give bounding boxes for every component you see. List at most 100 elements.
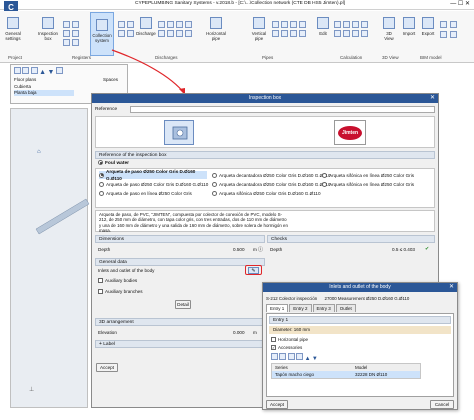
elevation-row: Elevation 0.000 m: [95, 327, 265, 339]
arrangement-header: 3D arrangement: [95, 318, 265, 326]
jimten-logo: Jimten: [338, 126, 362, 140]
checks-header: Checks: [267, 235, 435, 243]
general-data-body: Inlets and outlet of the body ✎ Auxiliar…: [95, 265, 265, 317]
option-8-label: Arqueta sifónica Ø250 Color Gris D.Ø160 …: [219, 190, 321, 196]
delete-icon[interactable]: [296, 353, 304, 360]
option-4-radio: [99, 181, 104, 187]
cancel-button[interactable]: Cancel: [430, 400, 454, 409]
row-model: 32228 DN Ø110: [355, 372, 388, 377]
edit-pencil-icon[interactable]: ✎: [248, 267, 259, 274]
entry-title: Entry 1: [269, 316, 451, 324]
close-icon[interactable]: ✕: [430, 94, 435, 103]
elevation-label: Elevation: [98, 330, 117, 335]
option-1[interactable]: Arqueta de paso Ø250 Color Gris D.Ø160 G…: [99, 169, 207, 181]
expand-plus-icon[interactable]: +: [99, 341, 102, 347]
label-section-title: Label: [103, 342, 116, 347]
option-8[interactable]: Arqueta sifónica Ø250 Color Gris D.Ø160 …: [212, 189, 321, 197]
generic-box-icon[interactable]: [164, 120, 194, 145]
accessories-row[interactable]: ✓ Accessories: [271, 345, 303, 351]
inlets-titlebar: Inlets and outlet of the body ✕: [263, 283, 457, 292]
dialog-titlebar: Inspection box ✕: [92, 94, 438, 103]
auxiliary-branches-checkbox[interactable]: [98, 289, 103, 295]
option-2-radio: [212, 172, 217, 178]
close-icon[interactable]: ✕: [449, 283, 454, 292]
entry-panel: Entry 1 Diameter: 160 mm Horizontal pipe…: [266, 313, 454, 397]
check-depth-label: Depth: [270, 247, 283, 252]
auxiliary-bodies-checkbox[interactable]: [98, 278, 103, 284]
option-6-radio: [322, 181, 327, 187]
option-5-label: Arqueta decantadora Ø250 Color Gris D.Ø1…: [219, 181, 331, 187]
accessories-label: Accessories: [278, 345, 303, 350]
auxiliary-branches-row[interactable]: Auxiliary branches: [98, 289, 143, 295]
option-8-radio: [212, 190, 217, 196]
auxiliary-bodies-row[interactable]: Auxiliary bodies: [98, 278, 137, 284]
reference-section-header: Reference of the inspection box: [95, 151, 435, 159]
option-4[interactable]: Arqueta de paso Ø250 Color Gris D.Ø160 G…: [99, 180, 208, 188]
foul-water-row[interactable]: Foul water: [98, 160, 129, 166]
label-section[interactable]: + Label: [95, 340, 265, 348]
inlets-title: Inlets and outlet of the body: [329, 284, 391, 290]
horizontal-pipe-checkbox[interactable]: [271, 337, 276, 343]
auxiliary-branches-label: Auxiliary branches: [105, 289, 143, 294]
option-7-label: Arqueta de paso en línea Ø250 Color Gris: [106, 190, 192, 196]
options-grid: Arqueta de paso Ø250 Color Gris D.Ø160 G…: [95, 168, 435, 208]
col-series: Series: [275, 365, 288, 370]
option-7-radio: [99, 190, 104, 196]
accept-button[interactable]: Accept: [96, 363, 118, 372]
option-6-label: Arqueta sifónica en línea Ø250 Color Gri…: [329, 181, 415, 187]
accessories-toolbar: ▲ ▼: [271, 353, 318, 362]
collector-row: S-212 Colector inspección 27000 Measurem…: [266, 296, 409, 301]
arrow-up-icon[interactable]: ▲: [305, 356, 311, 362]
collector-label: S-212 Colector inspección: [266, 296, 318, 301]
row-series: Tapón macho ciego: [275, 372, 315, 377]
option-3[interactable]: Arqueta sifónica en línea Ø250 Color Gri…: [322, 171, 414, 179]
info-icon[interactable]: ⓘ: [258, 246, 263, 253]
copy-icon[interactable]: [287, 353, 295, 360]
horizontal-pipe-label: Horizontal pipe: [278, 337, 309, 342]
accessories-table: Series Model Tapón macho ciego 32228 DN …: [271, 363, 421, 379]
option-5-radio: [212, 181, 217, 187]
option-7[interactable]: Arqueta de paso en línea Ø250 Color Gris: [99, 189, 192, 197]
option-2[interactable]: Arqueta decantadora Ø250 Color Gris D.Ø1…: [212, 171, 331, 179]
description-box: Arqueta de paso, de PVC, "JIMTEN", compu…: [95, 210, 435, 233]
detail-button[interactable]: Detail: [175, 300, 191, 309]
option-6[interactable]: Arqueta sifónica en línea Ø250 Color Gri…: [322, 180, 414, 188]
col-model: Model: [355, 365, 368, 370]
edit-icon[interactable]: [279, 353, 287, 360]
dimensions-header: Dimensions: [95, 235, 265, 243]
description-text: Arqueta de paso, de PVC, "JIMTEN", compu…: [99, 212, 288, 233]
checks-row: Depth 0.5 ≤ 0.403 ✔: [267, 244, 435, 256]
option-5[interactable]: Arqueta decantadora Ø250 Color Gris D.Ø1…: [212, 180, 331, 188]
inlets-label: Inlets and outlet of the body: [98, 268, 155, 273]
arrow-down-icon[interactable]: ▼: [312, 356, 318, 362]
elevation-unit: m: [253, 330, 257, 335]
tab-entry-1[interactable]: Entry 1: [266, 304, 289, 312]
table-header: Series Model: [271, 363, 421, 371]
reference-input[interactable]: [130, 106, 435, 113]
jimten-logo-button[interactable]: Jimten: [334, 120, 366, 145]
horizontal-pipe-row[interactable]: Horizontal pipe: [271, 337, 309, 343]
check-depth-value: 0.5 ≤ 0.403: [392, 247, 415, 252]
option-2-label: Arqueta decantadora Ø250 Color Gris D.Ø1…: [219, 172, 331, 178]
depth-unit: m: [253, 247, 257, 252]
elevation-input[interactable]: 0.000: [233, 330, 245, 335]
image-area: Jimten: [95, 116, 435, 148]
option-4-label: Arqueta de paso Ø250 Color Gris D.Ø160 G…: [106, 181, 209, 187]
add-icon[interactable]: [271, 353, 278, 360]
general-data-header: General data: [95, 258, 265, 266]
accessories-checkbox[interactable]: ✓: [271, 345, 276, 351]
foul-water-radio[interactable]: [98, 160, 103, 165]
accept-button[interactable]: Accept: [266, 400, 288, 409]
option-3-radio: [322, 172, 327, 178]
table-row[interactable]: Tapón macho ciego 32228 DN Ø110: [271, 371, 421, 379]
option-3-label: Arqueta sifónica en línea Ø250 Color Gri…: [329, 172, 415, 178]
tab-entry-2[interactable]: Entry 2: [289, 304, 312, 312]
reference-label: Reference: [95, 107, 118, 112]
inlets-dialog: Inlets and outlet of the body ✕ S-212 Co…: [262, 282, 458, 410]
tab-entry-3[interactable]: Entry 3: [312, 304, 335, 312]
entry-tabs: Entry 1 Entry 2 Entry 3 Outlet: [266, 304, 357, 312]
tab-outlet[interactable]: Outlet: [335, 304, 356, 312]
reference-row: Reference: [95, 106, 435, 114]
diameter-field: Diameter: 160 mm: [269, 326, 451, 334]
depth-input[interactable]: 0.500: [233, 247, 245, 252]
